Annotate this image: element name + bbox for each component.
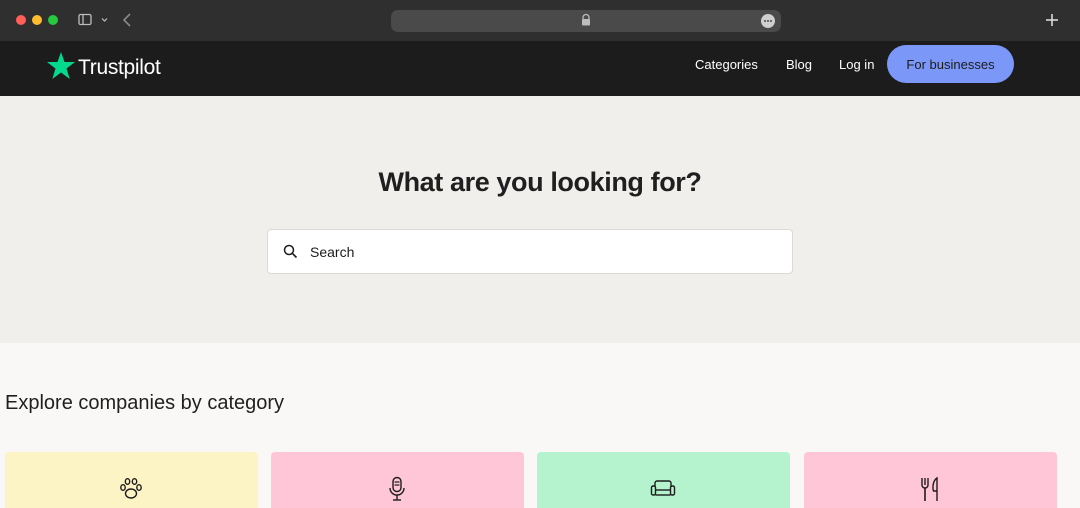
trustpilot-logo[interactable]: Trustpilot — [46, 50, 161, 82]
hero-section: What are you looking for? — [0, 96, 1080, 343]
paw-icon — [120, 478, 142, 499]
browser-toolbar — [0, 0, 1080, 41]
hero-title: What are you looking for? — [378, 167, 702, 197]
category-card-food[interactable] — [804, 452, 1057, 508]
more-options-icon[interactable] — [761, 14, 775, 28]
category-card-media[interactable] — [271, 452, 524, 508]
category-card-pets[interactable] — [5, 452, 258, 508]
close-window-button[interactable] — [16, 15, 26, 25]
address-bar[interactable] — [391, 10, 781, 32]
microphone-icon — [389, 476, 405, 501]
back-button[interactable] — [120, 11, 134, 29]
explore-title: Explore companies by category — [5, 392, 285, 414]
back-chevron-icon — [122, 13, 131, 27]
plus-icon — [1046, 14, 1058, 26]
logo-text: Trustpilot — [78, 55, 161, 79]
sidebar-toggle-button[interactable] — [78, 13, 108, 27]
new-tab-button[interactable] — [1043, 11, 1061, 29]
star-icon — [47, 52, 75, 79]
sofa-icon — [650, 480, 676, 496]
nav-login-link[interactable]: Log in — [839, 57, 874, 72]
chevron-down-icon — [101, 18, 108, 22]
lock-icon — [582, 13, 590, 26]
search-icon — [283, 244, 298, 259]
for-businesses-button[interactable]: For businesses — [887, 45, 1014, 83]
site-header: Trustpilot Categories Blog Log in For bu… — [0, 41, 1080, 96]
nav-blog-link[interactable]: Blog — [786, 57, 812, 72]
nav-categories-link[interactable]: Categories — [695, 57, 758, 72]
fork-knife-icon — [921, 476, 938, 501]
minimize-window-button[interactable] — [32, 15, 42, 25]
maximize-window-button[interactable] — [48, 15, 58, 25]
search-box[interactable] — [267, 229, 793, 274]
category-card-home[interactable] — [537, 452, 790, 508]
sidebar-toggle-icon — [78, 13, 108, 26]
search-input[interactable] — [310, 230, 780, 273]
